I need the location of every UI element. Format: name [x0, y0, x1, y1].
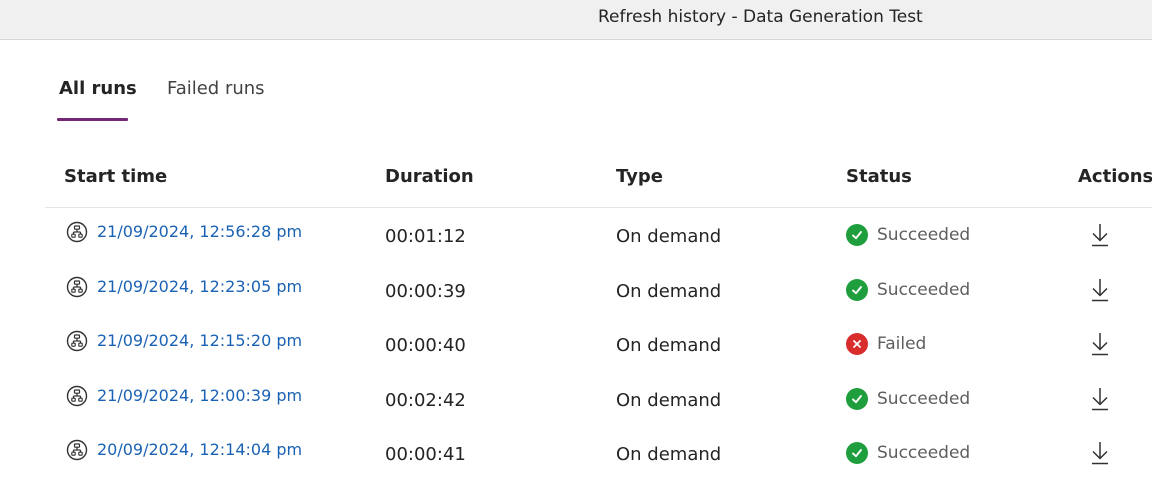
- download-button[interactable]: [1090, 277, 1110, 310]
- failed-x-icon: [846, 333, 868, 355]
- dataflow-run-icon: [66, 276, 88, 298]
- status-label: Succeeded: [877, 388, 971, 409]
- title-bar: Refresh history - Data Generation Test: [0, 0, 1152, 40]
- table-header: Start time Duration Type Status Actions: [45, 150, 1152, 208]
- dataflow-run-icon: [66, 439, 88, 461]
- download-icon: [1090, 224, 1110, 253]
- start-time-link[interactable]: 21/09/2024, 12:56:28 pm: [97, 220, 302, 244]
- success-check-icon: [846, 442, 868, 464]
- column-header-actions: Actions: [1078, 166, 1152, 187]
- status-cell: Succeeded: [846, 223, 970, 247]
- status-label: Failed: [877, 334, 927, 354]
- table-body: 21/09/2024, 12:56:28 pm 00:01:12 On dema…: [45, 208, 1152, 481]
- dataflow-run-icon: [66, 330, 88, 352]
- duration-cell: 00:01:12: [385, 226, 466, 247]
- start-time-cell: 20/09/2024, 12:14:04 pm: [66, 438, 302, 462]
- duration-cell: 00:00:39: [385, 280, 466, 302]
- download-icon: [1090, 333, 1110, 362]
- column-header-type[interactable]: Type: [616, 165, 663, 189]
- status-cell: Succeeded: [846, 387, 970, 411]
- tab-bar: All runs Failed runs: [0, 40, 1152, 130]
- download-icon: [1090, 278, 1110, 308]
- type-cell: On demand: [616, 335, 722, 356]
- table-row: 21/09/2024, 12:15:20 pm 00:00:40 On dema…: [45, 317, 1152, 372]
- start-time-link[interactable]: 21/09/2024, 12:00:39 pm: [97, 384, 302, 408]
- success-check-icon: [846, 387, 868, 410]
- status-label: Succeeded: [877, 279, 971, 300]
- status-label: Succeeded: [877, 443, 971, 463]
- start-time-cell: 21/09/2024, 12:15:20 pm: [66, 329, 302, 353]
- type-cell: On demand: [616, 389, 722, 411]
- status-cell: Failed: [846, 332, 926, 356]
- tab-failed-runs[interactable]: Failed runs: [167, 77, 265, 101]
- download-icon: [1090, 387, 1110, 417]
- start-time-cell: 21/09/2024, 12:00:39 pm: [66, 384, 302, 408]
- download-icon: [1090, 442, 1110, 471]
- duration-cell: 00:00:41: [385, 444, 466, 465]
- column-header-status[interactable]: Status: [846, 165, 912, 189]
- page-title: Refresh history - Data Generation Test: [598, 7, 923, 27]
- start-time-link[interactable]: 21/09/2024, 12:23:05 pm: [97, 275, 302, 299]
- table-row: 21/09/2024, 12:56:28 pm 00:01:12 On dema…: [45, 208, 1152, 263]
- type-cell: On demand: [616, 226, 722, 247]
- table-row: 21/09/2024, 12:23:05 pm 00:00:39 On dema…: [45, 263, 1152, 318]
- status-cell: Succeeded: [846, 278, 970, 302]
- status-cell: Succeeded: [846, 441, 970, 465]
- status-label: Succeeded: [877, 225, 971, 245]
- start-time-cell: 21/09/2024, 12:56:28 pm: [66, 220, 302, 244]
- success-check-icon: [846, 278, 868, 301]
- selected-tab-indicator: [57, 118, 128, 121]
- start-time-cell: 21/09/2024, 12:23:05 pm: [66, 275, 302, 299]
- duration-cell: 00:02:42: [385, 389, 466, 411]
- type-cell: On demand: [616, 280, 722, 302]
- column-header-duration[interactable]: Duration: [385, 165, 474, 189]
- table-row: 20/09/2024, 12:14:04 pm 00:00:41 On dema…: [45, 426, 1152, 481]
- duration-cell: 00:00:40: [385, 335, 466, 356]
- dataflow-run-icon: [66, 385, 88, 407]
- start-time-link[interactable]: 20/09/2024, 12:14:04 pm: [97, 438, 302, 462]
- download-button[interactable]: [1090, 222, 1110, 255]
- column-header-start-time[interactable]: Start time: [64, 165, 167, 189]
- table-row: 21/09/2024, 12:00:39 pm 00:02:42 On dema…: [45, 372, 1152, 427]
- refresh-history-table: Start time Duration Type Status Actions …: [45, 150, 1152, 481]
- start-time-link[interactable]: 21/09/2024, 12:15:20 pm: [97, 329, 302, 353]
- download-button[interactable]: [1090, 386, 1110, 419]
- success-check-icon: [846, 224, 868, 246]
- tab-all-runs[interactable]: All runs: [59, 77, 137, 101]
- dataflow-run-icon: [66, 221, 88, 243]
- type-cell: On demand: [616, 444, 722, 465]
- download-button[interactable]: [1090, 331, 1110, 364]
- download-button[interactable]: [1090, 440, 1110, 473]
